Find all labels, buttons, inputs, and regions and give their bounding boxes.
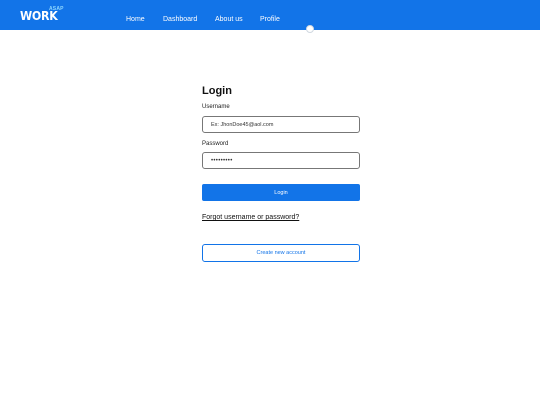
password-input[interactable] [202,152,360,169]
logo-superscript: ASAP [49,6,64,12]
create-account-button[interactable]: Create new account [202,244,360,262]
nav-about-link[interactable]: About us [215,16,243,23]
username-input[interactable] [202,116,360,133]
login-button[interactable]: Login [202,184,360,201]
mouse-cursor-icon [306,25,314,33]
nav-home-link[interactable]: Home [126,16,145,23]
forgot-password-link[interactable]: Forgot username or password? [202,214,299,221]
login-title: Login [202,85,232,97]
nav-profile-link[interactable]: Profile [260,16,280,23]
top-navbar: WORK ASAP Home Dashboard About us Profil… [0,0,540,30]
username-label: Username [202,104,230,110]
nav-dashboard-link[interactable]: Dashboard [163,16,197,23]
password-label: Password [202,141,229,147]
work-asap-logo[interactable]: WORK ASAP [20,6,64,25]
